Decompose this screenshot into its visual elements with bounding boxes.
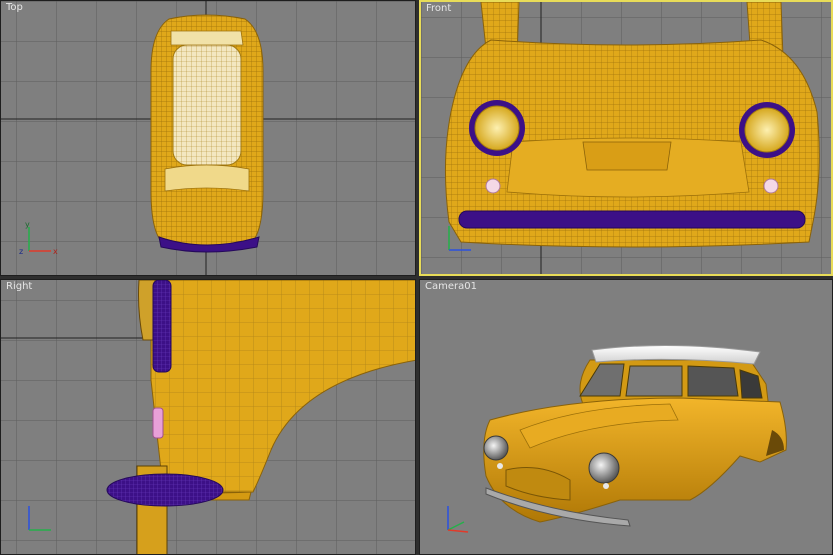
viewport-label-top[interactable]: Top xyxy=(6,2,23,13)
axis-gizmo-top: y x z xyxy=(15,220,65,261)
axis-label-x: x xyxy=(53,247,58,256)
car-render-camera[interactable] xyxy=(483,344,787,527)
viewport-label-camera[interactable]: Camera01 xyxy=(425,281,477,292)
viewport-label-front[interactable]: Front xyxy=(426,3,451,14)
viewport-label-right[interactable]: Right xyxy=(6,281,32,292)
axis-gizmo-right xyxy=(15,500,65,540)
axis-label-z: z xyxy=(19,247,23,256)
viewport-front[interactable]: Front xyxy=(419,0,833,276)
axis-gizmo-front xyxy=(435,220,485,260)
axis-label-y: y xyxy=(25,221,30,229)
viewport-layout: Top y x z Front Right Camera01 xyxy=(0,0,833,555)
car-mesh-top[interactable] xyxy=(150,14,264,253)
viewport-top[interactable]: Top y x z xyxy=(0,0,416,276)
viewport-camera[interactable]: Camera01 xyxy=(419,279,833,555)
axis-gizmo-camera xyxy=(434,500,484,540)
viewport-right[interactable]: Right xyxy=(0,279,416,555)
